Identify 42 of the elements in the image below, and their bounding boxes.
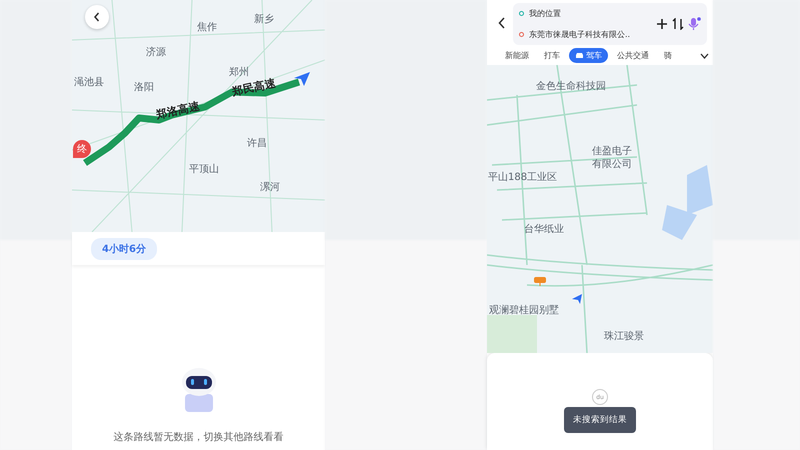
duration-tag: 4小时6分 — [91, 238, 157, 260]
road-label: 郑洛高速 — [154, 98, 202, 122]
map-label: 平山188工业区 — [488, 170, 558, 184]
map-label: 平顶山 — [189, 162, 219, 176]
mode-tab[interactable]: 新能源 — [499, 48, 535, 63]
map-label: 洛阳 — [134, 81, 154, 94]
back-button[interactable] — [85, 5, 109, 29]
mode-tab[interactable]: 驾车 — [569, 48, 608, 63]
mode-tab[interactable]: 公共交通 — [611, 48, 655, 63]
location-arrow-icon — [571, 293, 583, 305]
origin-dot-icon — [519, 11, 524, 16]
map-label: 郑州 — [229, 66, 249, 79]
poi-marker-icon — [534, 277, 546, 286]
chevron-down-icon[interactable] — [700, 52, 709, 58]
back-icon — [92, 12, 102, 22]
empty-message: 这条路线暂无数据，切换其他路线看看 — [114, 430, 284, 444]
map-label: 珠江骏景 — [604, 330, 644, 343]
swap-icon[interactable] — [672, 18, 684, 30]
map-label: 新乡 — [254, 12, 274, 26]
back-button[interactable] — [497, 17, 507, 31]
mode-tab[interactable]: 骑 — [658, 48, 678, 63]
destination-dot-icon — [519, 32, 524, 37]
map-label: 焦作 — [197, 21, 217, 34]
map-label: 佳盈电子有限公司 — [592, 145, 633, 171]
map-label: 金色生命科技园 — [536, 80, 606, 93]
destination-field[interactable]: 东莞市徕晟电子科技有限公.. — [529, 29, 630, 40]
add-icon[interactable] — [656, 18, 668, 30]
end-marker: 终 — [73, 140, 91, 158]
back-icon — [498, 17, 506, 29]
location-arrow-icon — [294, 72, 310, 86]
mode-tab[interactable]: 打车 — [538, 48, 566, 63]
origin-field[interactable]: 我的位置 — [529, 8, 561, 19]
car-icon — [575, 52, 584, 59]
map-label: 台华纸业 — [524, 222, 564, 236]
map-label: 漯河 — [260, 181, 280, 194]
toast-message: 未搜索到结果 — [564, 407, 636, 433]
map-label: 渑池县 — [74, 76, 104, 89]
map-label: 观澜碧桂园别墅 — [489, 304, 559, 317]
map-label: 许昌 — [247, 137, 267, 150]
road-label: 郑民高速 — [230, 76, 278, 100]
microphone-icon[interactable] — [688, 17, 701, 31]
map-label: 济源 — [146, 46, 166, 59]
